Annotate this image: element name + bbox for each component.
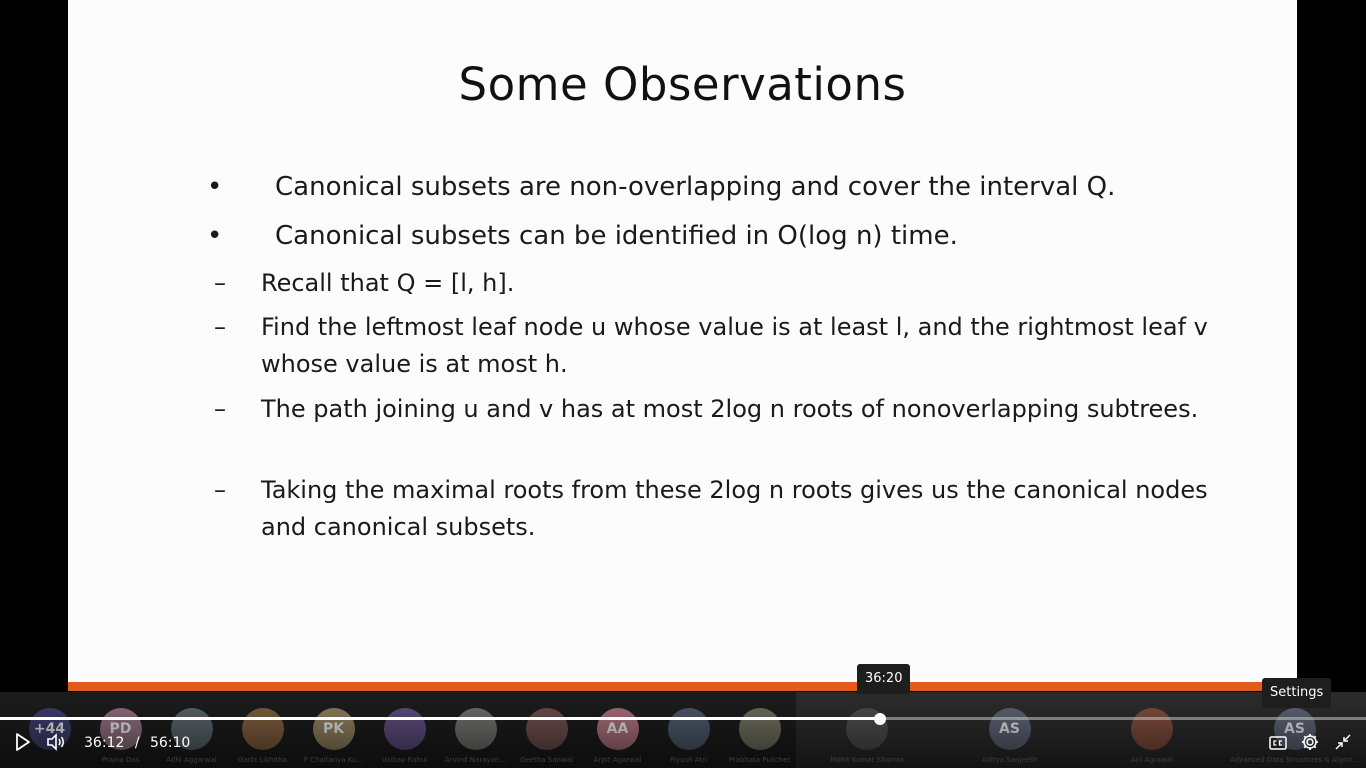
exit-fullscreen-icon	[1335, 734, 1351, 754]
slide-title: Some Observations	[458, 58, 907, 111]
captions-icon	[1269, 735, 1287, 754]
sub-bullet-text: Taking the maximal roots from these 2log…	[261, 476, 1208, 541]
progress-thumb[interactable]	[873, 713, 886, 725]
sub-marker: –	[214, 476, 226, 504]
settings-button[interactable]	[1298, 732, 1322, 756]
play-icon	[15, 733, 31, 755]
progress-fill	[0, 717, 880, 720]
time-display: 36:12 / 56:10	[84, 735, 190, 751]
bullet-marker: •	[207, 172, 223, 202]
sub-marker: –	[214, 269, 226, 297]
duration: 56:10	[149, 735, 191, 751]
slide-accent-bar	[68, 682, 1297, 691]
slide: Some Observations • Canonical subsets ar…	[68, 0, 1297, 682]
sub-bullet-text: Find the leftmost leaf node u whose valu…	[261, 313, 1208, 378]
progress-bar[interactable]	[0, 717, 1366, 720]
hover-time-tooltip: 36:20	[857, 664, 911, 694]
sub-bullet-text: Recall that Q = [l, h].	[261, 269, 515, 297]
sub-marker: –	[214, 313, 226, 341]
bullet-marker: •	[207, 221, 223, 251]
volume-button[interactable]	[44, 732, 68, 756]
settings-icon	[1301, 733, 1319, 755]
time-separator: /	[134, 735, 140, 751]
volume-icon	[46, 733, 66, 755]
controls-shade	[0, 700, 1366, 768]
sub-marker: –	[214, 395, 226, 423]
exit-fullscreen-button[interactable]	[1331, 732, 1355, 756]
play-button[interactable]	[11, 732, 35, 756]
captions-button[interactable]	[1266, 732, 1290, 756]
bullet-text: Canonical subsets can be identified in O…	[275, 221, 958, 251]
current-time: 36:12	[84, 735, 125, 751]
bullet-text: Canonical subsets are non-overlapping an…	[275, 172, 1116, 202]
sub-bullet-text: The path joining u and v has at most 2lo…	[261, 395, 1199, 423]
settings-tooltip: Settings	[1262, 678, 1332, 708]
